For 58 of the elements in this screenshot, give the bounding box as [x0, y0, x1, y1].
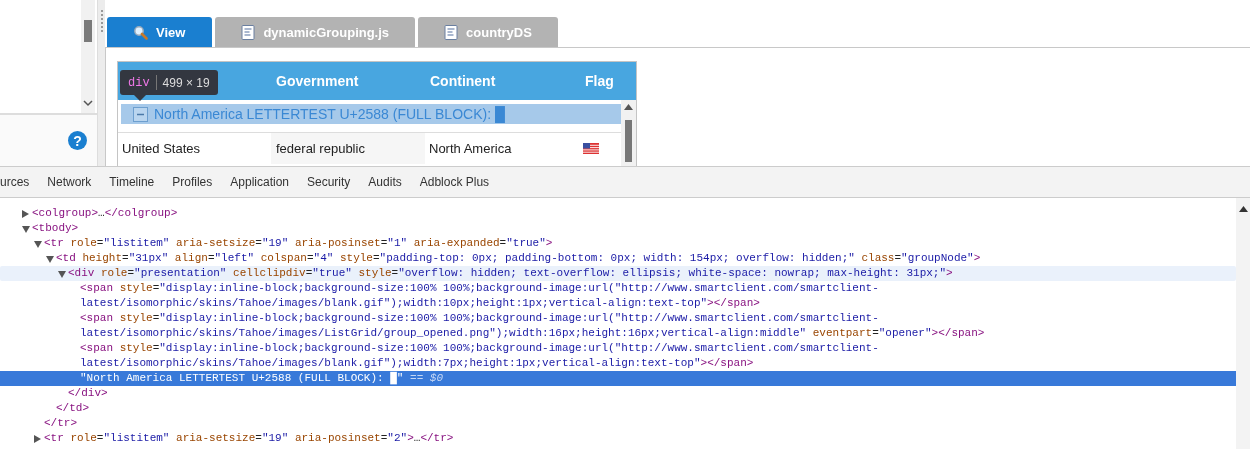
dom-tree-row[interactable]: </tr> [0, 416, 1236, 431]
markup-text: <span style="display:inline-block;background-size:100% 100%;background-image:url("http://www.smartclient.com/smartclient-latest/isomorphic/skins/Tahoe/images/ListGrid/group_opened.png");width:16px;height:16px;vertical-align:middle" eventpart="opener"></span> [80, 311, 986, 341]
toggle-arrow-icon[interactable] [22, 210, 29, 218]
scrollbar[interactable] [621, 100, 636, 166]
markup-text: <colgroup>…</colgroup> [32, 206, 179, 221]
markup-text: <tr role="listitem" aria-setsize="19" aria-posinset="1" aria-expanded="true"> [44, 236, 554, 251]
devtools-tab[interactable]: Security [298, 175, 360, 189]
collapse-icon[interactable] [133, 106, 148, 122]
document-icon [444, 24, 459, 40]
devtools-tab[interactable]: urces [0, 175, 39, 189]
devtools-tab[interactable]: Profiles [163, 175, 222, 189]
devtools-tab[interactable]: Network [38, 175, 101, 189]
dom-tree-row[interactable]: <div role="presentation" cellclipdiv="true" style="overflow: hidden; text-overflow: ellipsis; white-space: nowrap; max-height: 31px;"> [0, 266, 1236, 281]
toggle-arrow-icon[interactable] [22, 226, 30, 233]
table-cell-text: North America [428, 140, 513, 158]
markup-text: <div role="presentation" cellclipdiv="true" style="overflow: hidden; text-overflow: ellipsis; white-space: nowrap; max-height: 31px;"> [68, 266, 954, 281]
tab[interactable]: View [107, 17, 213, 47]
dom-tree-row[interactable]: <tbody> [0, 221, 1236, 236]
table-cell: federal republic [271, 133, 425, 164]
dom-tree-row[interactable]: <colgroup>…</colgroup> [0, 206, 1236, 221]
splitter-handle[interactable] [98, 0, 105, 166]
group-label: North America LETTERTEST U+2588 (FULL BLOCK): █ [154, 106, 505, 122]
markup-text: "North America LETTERTEST U+2588 (FULL BLOCK): █" == $0 [80, 371, 445, 386]
dom-tree-row[interactable]: </div> [0, 386, 1236, 401]
dom-tree-row[interactable]: <tr role="listitem" aria-setsize="19" aria-posinset="2">…</tr> [0, 431, 1236, 446]
console-reference: == $0 [410, 372, 444, 384]
scrollbar-thumb[interactable] [84, 20, 92, 42]
scroll-up-icon[interactable] [624, 104, 633, 110]
devtools-tab[interactable]: Adblock Plus [410, 175, 499, 189]
markup-text: </td> [56, 401, 90, 416]
toggle-arrow-icon[interactable] [34, 435, 41, 443]
markup-text: <span style="display:inline-block;background-size:100% 100%;background-image:url("http://www.smartclient.com/smartclient-latest/isomorphic/skins/Tahoe/images/blank.gif");width:7px;height:1px;vertical-align:text-top"></span> [80, 341, 880, 371]
markup-text: </tr> [44, 416, 78, 431]
markup-text: <span style="display:inline-block;background-size:100% 100%;background-image:url("http://www.smartclient.com/smartclient-latest/isomorphic/skins/Tahoe/images/blank.gif");width:10px;height:1px;vertical-align:text-top"></span> [80, 281, 880, 311]
help-icon[interactable]: ? [68, 131, 87, 150]
dom-tree-row[interactable]: "North America LETTERTEST U+2588 (FULL BLOCK): █" == $0 [0, 371, 1236, 386]
toggle-arrow-icon[interactable] [34, 241, 42, 248]
tooltip-tag: div [128, 75, 150, 90]
dom-tree-row[interactable]: </td> [0, 401, 1236, 416]
flag-icon [583, 143, 599, 154]
search-icon [133, 24, 148, 40]
document-icon [241, 24, 256, 40]
toggle-arrow-icon[interactable] [58, 271, 66, 278]
markup-text: </div> [68, 386, 109, 401]
markup-text: <tr role="listitem" aria-setsize="19" aria-posinset="2">…</tr> [44, 431, 455, 446]
devtools-tab[interactable]: Application [221, 175, 298, 189]
table-cell-text: United States [121, 140, 202, 158]
scrollbar[interactable] [81, 0, 95, 113]
chevron-down-icon[interactable] [83, 100, 93, 107]
dom-tree-row[interactable]: <tr role="listitem" aria-setsize="19" aria-posinset="1" aria-expanded="true"> [0, 236, 1236, 251]
devtools-tab[interactable]: Audits [359, 175, 411, 189]
scroll-up-icon[interactable] [1238, 206, 1248, 212]
scrollbar[interactable] [1236, 198, 1250, 449]
tooltip-size: 499 × 19 [162, 75, 210, 90]
markup-text: <td height="31px" align="left" colspan="4" style="padding-top: 0px; padding-bottom: 0px; width: 154px; overflow: hidden;" class="groupNode"> [56, 251, 982, 266]
markup-text: <tbody> [32, 221, 80, 236]
devtools-tab[interactable]: Timeline [100, 175, 164, 189]
scrollbar-thumb[interactable] [625, 120, 632, 162]
